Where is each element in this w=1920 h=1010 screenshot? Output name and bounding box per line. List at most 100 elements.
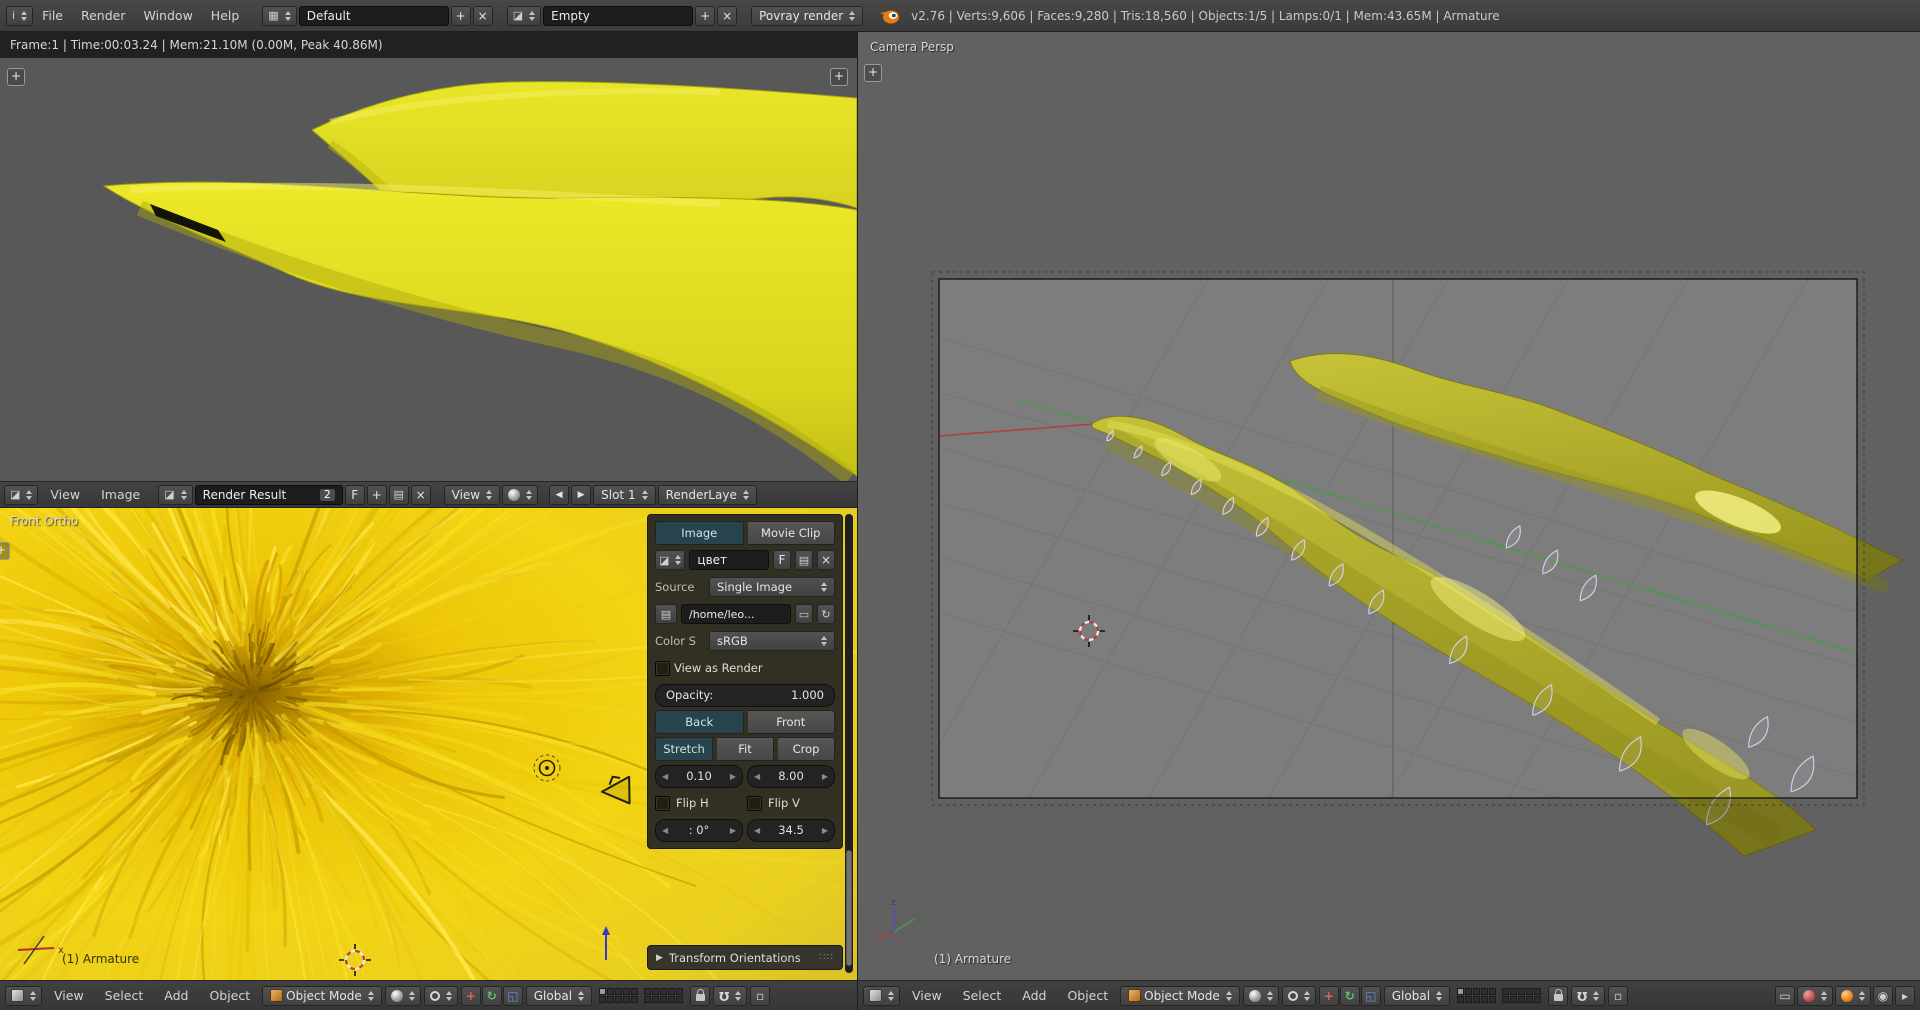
layer-cell[interactable] bbox=[1465, 988, 1472, 995]
layer-cell[interactable] bbox=[1526, 988, 1533, 995]
layer-cell[interactable] bbox=[1481, 996, 1488, 1003]
file-icon-button[interactable]: ▤ bbox=[655, 604, 677, 624]
snap-dropdown[interactable]: Ω bbox=[1571, 986, 1605, 1006]
render-engine-dropdown[interactable]: Povray render bbox=[751, 6, 863, 26]
menu-select[interactable]: Select bbox=[954, 988, 1011, 1003]
mode-dropdown[interactable]: Object Mode bbox=[262, 986, 382, 1006]
source-dropdown[interactable]: Single Image bbox=[709, 577, 835, 597]
prev-slot-button[interactable]: ◀ bbox=[549, 485, 569, 505]
opengl-render-anim-button[interactable]: ▸ bbox=[1895, 986, 1915, 1006]
layer-cell[interactable] bbox=[1481, 988, 1488, 995]
layers-group-1[interactable] bbox=[1457, 988, 1496, 1003]
layer-cell[interactable] bbox=[1457, 996, 1464, 1003]
menu-object[interactable]: Object bbox=[200, 988, 259, 1003]
layer-cell[interactable] bbox=[668, 996, 675, 1003]
menu-add[interactable]: Add bbox=[1013, 988, 1055, 1003]
scrollbar-thumb[interactable] bbox=[846, 850, 852, 966]
flip-v-checkbox[interactable] bbox=[747, 796, 762, 811]
camera-frame-border[interactable] bbox=[939, 279, 1857, 798]
editor-type-info-button[interactable]: i bbox=[6, 6, 33, 26]
manipulator-scale-button[interactable]: ◱ bbox=[1361, 986, 1381, 1006]
header-icon-dropdown-orange[interactable] bbox=[1835, 986, 1871, 1006]
stretch-toggle[interactable]: Stretch bbox=[655, 737, 713, 761]
fake-user-button[interactable]: F bbox=[345, 485, 365, 505]
layer-cell[interactable] bbox=[1502, 996, 1509, 1003]
menu-view[interactable]: View bbox=[903, 988, 951, 1003]
layer-cell[interactable] bbox=[1489, 988, 1496, 995]
layer-cell[interactable] bbox=[623, 988, 630, 995]
editor-type-3dview-button[interactable] bbox=[5, 986, 42, 1006]
filepath-field[interactable]: /home/leo... bbox=[681, 604, 791, 624]
tool-shelf-expand-button[interactable]: + bbox=[0, 542, 10, 560]
layers-group-1[interactable] bbox=[599, 988, 638, 1003]
display-channels-dropdown[interactable] bbox=[502, 485, 538, 505]
orientation-dropdown[interactable]: Global bbox=[1384, 986, 1450, 1006]
mode-dropdown[interactable]: Object Mode bbox=[1120, 986, 1240, 1006]
display-device-button[interactable]: ▭ bbox=[1775, 986, 1795, 1006]
layer-cell[interactable] bbox=[652, 988, 659, 995]
manipulator-translate-button[interactable]: + bbox=[461, 986, 481, 1006]
viewport-shading-dropdown[interactable] bbox=[1243, 986, 1279, 1006]
layer-cell[interactable] bbox=[1457, 988, 1464, 995]
menu-add[interactable]: Add bbox=[155, 988, 197, 1003]
layout-delete-button[interactable]: × bbox=[473, 6, 493, 26]
layer-cell[interactable] bbox=[652, 996, 659, 1003]
manipulator-scale-button[interactable]: ◱ bbox=[503, 986, 523, 1006]
unlink-button[interactable]: × bbox=[817, 550, 835, 570]
header-icon-dropdown-red[interactable] bbox=[1797, 986, 1833, 1006]
editor-type-3dview-button[interactable] bbox=[863, 986, 900, 1006]
viewport-front-ortho[interactable]: x Front Ortho + (1) Armature Image Movie… bbox=[0, 508, 857, 980]
lock-layers-button[interactable] bbox=[690, 986, 710, 1006]
reload-button[interactable]: ↻ bbox=[817, 604, 835, 624]
layer-cell[interactable] bbox=[1510, 988, 1517, 995]
scene-delete-button[interactable]: × bbox=[717, 6, 737, 26]
orientation-dropdown[interactable]: Global bbox=[526, 986, 592, 1006]
scene-browse-button[interactable]: ◪ bbox=[507, 6, 541, 26]
render-layer-dropdown[interactable]: RenderLaye bbox=[658, 485, 757, 505]
new-image-button[interactable]: + bbox=[367, 485, 387, 505]
layer-cell[interactable] bbox=[1502, 988, 1509, 995]
layer-cell[interactable] bbox=[607, 996, 614, 1003]
back-toggle[interactable]: Back bbox=[655, 710, 744, 734]
colorspace-dropdown[interactable]: sRGB bbox=[709, 631, 835, 651]
rotation-field[interactable]: ◀ : 0° ▶ bbox=[655, 819, 743, 842]
offset-y-field[interactable]: ◀ 8.00 ▶ bbox=[747, 765, 835, 788]
layer-cell[interactable] bbox=[631, 996, 638, 1003]
open-file-button[interactable]: ▭ bbox=[795, 604, 813, 624]
layer-cell[interactable] bbox=[676, 988, 683, 995]
editor-type-image-button[interactable]: ◪ bbox=[4, 485, 38, 505]
layers-group-2[interactable] bbox=[644, 988, 683, 1003]
layer-cell[interactable] bbox=[1489, 996, 1496, 1003]
panel-scrollbar[interactable] bbox=[845, 514, 853, 973]
layer-cell[interactable] bbox=[1510, 996, 1517, 1003]
tool-shelf-expand-button[interactable]: + bbox=[864, 64, 882, 82]
flip-h-checkbox[interactable] bbox=[655, 796, 670, 811]
menu-image[interactable]: Image bbox=[92, 487, 149, 502]
pivot-point-dropdown[interactable] bbox=[424, 986, 458, 1006]
layer-cell[interactable] bbox=[660, 996, 667, 1003]
viewport-shading-dropdown[interactable] bbox=[385, 986, 421, 1006]
menu-help[interactable]: Help bbox=[202, 8, 249, 23]
layer-cell[interactable] bbox=[1473, 988, 1480, 995]
image-name-field[interactable]: цвет bbox=[689, 550, 769, 570]
layer-cell[interactable] bbox=[615, 996, 622, 1003]
layers-widget[interactable] bbox=[599, 988, 683, 1003]
manipulator-rotate-button[interactable]: ↻ bbox=[482, 986, 502, 1006]
layer-cell[interactable] bbox=[607, 988, 614, 995]
image-browse-button[interactable]: ◪ bbox=[158, 485, 192, 505]
layer-cell[interactable] bbox=[644, 996, 651, 1003]
layout-name-field[interactable]: Default bbox=[299, 6, 449, 26]
next-slot-button[interactable]: ▶ bbox=[571, 485, 591, 505]
render-slot-dropdown[interactable]: Slot 1 bbox=[593, 485, 655, 505]
layer-cell[interactable] bbox=[615, 988, 622, 995]
front-toggle[interactable]: Front bbox=[748, 710, 836, 734]
snap-element-button[interactable]: ▫ bbox=[1608, 986, 1628, 1006]
snap-dropdown[interactable]: Ω bbox=[713, 986, 747, 1006]
tab-image[interactable]: Image bbox=[655, 521, 744, 545]
lock-layers-button[interactable] bbox=[1548, 986, 1568, 1006]
fit-toggle[interactable]: Fit bbox=[717, 737, 774, 761]
pack-image-button[interactable]: ▤ bbox=[389, 485, 409, 505]
transform-orientations-panel[interactable]: ▶ Transform Orientations ∷∷ bbox=[647, 945, 843, 970]
layer-cell[interactable] bbox=[1534, 996, 1541, 1003]
layer-cell[interactable] bbox=[1465, 996, 1472, 1003]
